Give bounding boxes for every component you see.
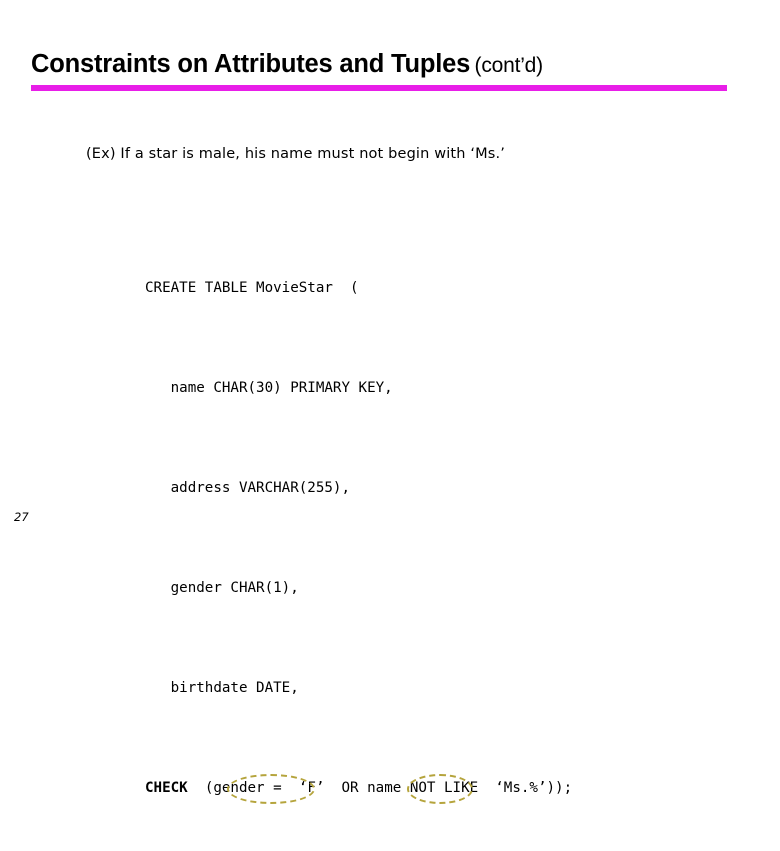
sql-code-block: CREATE TABLE MovieStar ( name CHAR(30) P… bbox=[145, 201, 572, 851]
code-line-name-column: name CHAR(30) PRIMARY KEY, bbox=[145, 380, 393, 396]
check-middle-expression: = ‘F’ OR bbox=[264, 780, 368, 796]
check-name-expression: name bbox=[367, 780, 402, 796]
check-tail-expression: NOT LIKE ‘Ms.%’)); bbox=[401, 780, 573, 796]
title-underline-bar bbox=[31, 85, 727, 91]
page-title: Constraints on Attributes and Tuples (co… bbox=[31, 50, 731, 79]
slide-page-number: 27 bbox=[14, 510, 29, 524]
check-spacer bbox=[188, 780, 205, 796]
check-gender-expression: (gender bbox=[204, 780, 265, 796]
code-line-birthdate-column: birthdate DATE, bbox=[145, 680, 299, 696]
code-line-gender-column: gender CHAR(1), bbox=[145, 580, 299, 596]
code-line-check-constraint: CHECK (gender = ‘F’ OR name NOT LIKE ‘Ms… bbox=[145, 774, 573, 804]
example-statement: (Ex) If a star is male, his name must no… bbox=[86, 146, 505, 162]
code-line-create-table: CREATE TABLE MovieStar ( bbox=[145, 280, 359, 296]
page-title-suffix: (cont’d) bbox=[474, 54, 544, 77]
page-title-main: Constraints on Attributes and Tuples bbox=[31, 50, 471, 78]
check-keyword: CHECK bbox=[145, 780, 188, 796]
code-line-address-column: address VARCHAR(255), bbox=[145, 480, 350, 496]
